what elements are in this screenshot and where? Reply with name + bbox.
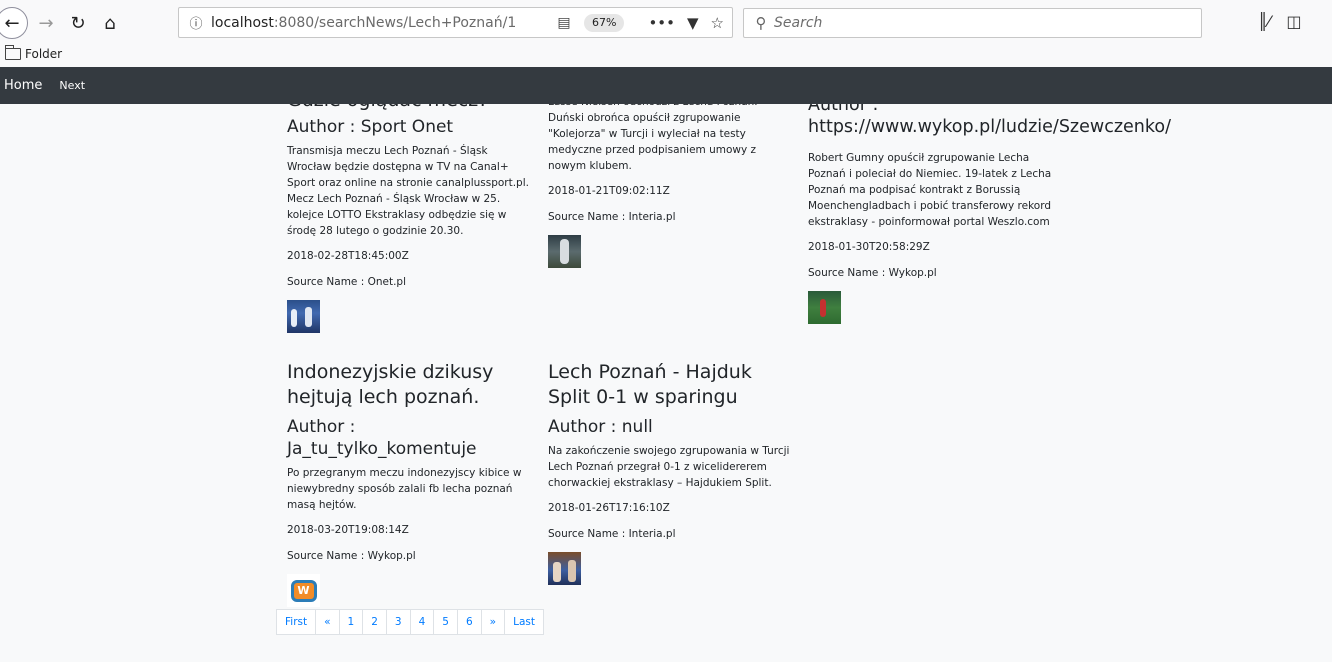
more-actions-icon[interactable]: ••• [648,14,675,32]
news-card: Indonezyjskie dzikusy hejtują lech pozna… [287,360,532,607]
page-next[interactable]: » [480,609,506,635]
page-2[interactable]: 2 [362,609,387,635]
page-1[interactable]: 1 [338,609,364,635]
home-button[interactable]: ⌂ [95,8,125,38]
news-thumbnail[interactable] [548,552,581,585]
home-icon: ⌂ [104,12,116,34]
news-description: Transmisja meczu Lech Poznań - Śląsk Wro… [287,145,529,237]
reload-button[interactable]: ↻ [63,8,93,38]
browser-toolbar: ← → ↻ ⌂ ⓘ localhost:8080/searchNews/Lech… [0,0,1332,45]
news-date: 2018-03-20T19:08:14Z [287,524,409,536]
nav-home-link[interactable]: Home [4,78,42,93]
news-date: 2018-01-30T20:58:29Z [808,241,930,253]
site-navbar: Home Next [0,67,1332,104]
news-card: Lech Poznań - Hajduk Split 0-1 w sparing… [548,360,793,585]
news-description: Na zakończenie swojego zgrupowania w Tur… [548,445,790,489]
news-card: Gdzie oglądać mecz? Author : Sport Onet … [287,104,532,333]
news-thumbnail[interactable]: W [287,574,320,607]
news-author: Author : Ja_tu_tylko_komentuje [287,417,477,459]
page-3[interactable]: 3 [385,609,411,635]
news-title[interactable]: Indonezyjskie dzikusy hejtują lech pozna… [287,360,532,410]
news-author: Author : Sport Onet [287,117,454,137]
library-icon[interactable]: ║⁄ [1258,12,1270,31]
news-description: Po przegranym meczu indonezyjscy kibice … [287,467,522,511]
page-last[interactable]: Last [504,609,544,635]
news-author: Author : https://www.wykop.pl/ludzie/Sze… [808,104,1171,137]
news-card: Lasse Nielsen odchodzi z Lecha Poznań. D… [548,104,793,268]
news-date: 2018-02-28T18:45:00Z [287,250,409,262]
back-arrow-icon: ← [4,12,20,34]
news-description: Robert Gumny opuścił zgrupowanie Lecha P… [808,152,1052,228]
news-source: Source Name : Interia.pl [548,211,676,223]
search-bar[interactable]: ⚲ [743,8,1202,38]
news-source: Source Name : Wykop.pl [287,550,416,562]
news-source: Source Name : Interia.pl [548,528,676,540]
url-bar[interactable]: ⓘ localhost:8080/searchNews/Lech+Poznań/… [178,7,733,38]
page-6[interactable]: 6 [456,609,482,635]
url-path: :8080/searchNews/Lech+Poznań/1 [273,14,517,31]
news-list: Gdzie oglądać mecz? Author : Sport Onet … [0,104,1332,662]
news-title[interactable]: Lech Poznań - Hajduk Split 0-1 w sparing… [548,360,793,410]
folder-icon [5,45,21,60]
sidebar-icon[interactable]: ◫ [1286,12,1301,31]
news-thumbnail[interactable] [287,300,320,333]
bookmark-folder-label: Folder [25,47,63,61]
reload-icon: ↻ [70,12,86,34]
bookmarks-bar: Folder [0,45,1332,67]
reader-view-icon[interactable]: ▤ [554,15,574,31]
news-source: Source Name : Onet.pl [287,276,407,288]
page-prev[interactable]: « [315,609,340,635]
forward-arrow-icon: → [38,12,54,34]
page-first[interactable]: First [276,609,317,635]
forward-button[interactable]: → [31,8,61,38]
news-source: Source Name : Wykop.pl [808,267,937,279]
bookmark-folder[interactable]: Folder [5,45,63,61]
news-title[interactable]: Gdzie oglądać mecz? [287,104,532,113]
nav-next-link[interactable]: Next [59,79,85,92]
news-card: Author : https://www.wykop.pl/ludzie/Sze… [808,104,1171,324]
back-button[interactable]: ← [0,7,28,39]
zoom-badge[interactable]: 67% [584,13,625,32]
url-text[interactable]: localhost:8080/searchNews/Lech+Poznań/1 [211,15,554,31]
news-date: 2018-01-26T17:16:10Z [548,502,670,514]
news-description: Lasse Nielsen odchodzi z Lecha Poznań. D… [548,104,758,172]
page-4[interactable]: 4 [409,609,435,635]
bookmark-star-icon[interactable]: ☆ [711,14,724,32]
url-host: localhost [211,14,274,31]
wykop-logo-icon: W [290,579,317,602]
news-author: Author : null [548,417,653,437]
page-5[interactable]: 5 [433,609,458,635]
pocket-icon[interactable]: ▼ [687,14,699,32]
search-icon: ⚲ [755,14,767,32]
info-icon[interactable]: ⓘ [183,13,209,32]
search-input[interactable] [774,15,1174,31]
news-date: 2018-01-21T09:02:11Z [548,185,670,197]
news-thumbnail[interactable] [808,291,841,324]
pagination: First « 1 2 3 4 5 6 » Last [276,609,544,635]
news-thumbnail[interactable] [548,235,581,268]
